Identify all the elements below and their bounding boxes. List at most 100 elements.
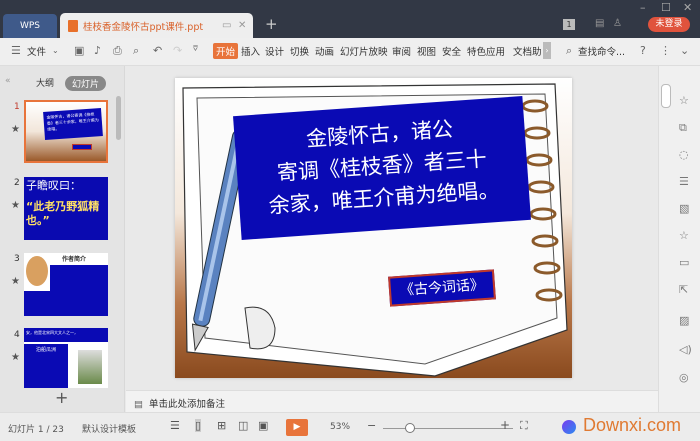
tab-slides[interactable]: 幻灯片 <box>65 76 107 91</box>
zoom-slider-handle[interactable] <box>405 423 415 433</box>
tab-view[interactable]: 视图 <box>417 44 436 58</box>
zoom-in-button[interactable]: + <box>500 418 510 432</box>
thumb-number: 2 <box>14 178 20 188</box>
file-menu[interactable]: 文件 <box>27 44 46 58</box>
slides-icon[interactable]: ⧉ <box>679 121 687 135</box>
command-search[interactable]: 查找命令... <box>578 44 625 58</box>
tab-review[interactable]: 审阅 <box>392 44 411 58</box>
window-count-badge[interactable]: 1 <box>563 19 575 30</box>
tab-outline[interactable]: 大纲 <box>36 76 54 89</box>
tab-design[interactable]: 设计 <box>265 44 284 58</box>
thumb-title: 作者简介 <box>62 256 87 263</box>
collapse-panel-icon[interactable]: « <box>5 76 11 86</box>
star-icon[interactable]: ☆ <box>679 94 689 107</box>
tab-security[interactable]: 安全 <box>442 44 461 58</box>
zoom-out-button[interactable]: − <box>367 419 376 432</box>
tab-start[interactable]: 开始 <box>213 43 239 59</box>
notes-toggle-icon[interactable]: ☰ <box>170 419 180 432</box>
thumb-line: 安，他是北宋四大文人之一， <box>24 328 108 342</box>
settings-icon[interactable]: ◎ <box>679 371 689 384</box>
more-icon[interactable]: ⋮ <box>660 44 671 57</box>
watermark: Downxi.com <box>583 415 682 435</box>
new-tab-button[interactable]: + <box>265 15 278 33</box>
favorite-icon[interactable]: ☆ <box>679 229 689 242</box>
thumb-label <box>72 144 92 150</box>
float-window-icon[interactable]: ▭ <box>222 20 231 31</box>
tab-animation[interactable]: 动画 <box>315 44 334 58</box>
collapse-ribbon-icon[interactable]: ⌄ <box>680 44 689 57</box>
chevron-down-icon[interactable]: ⌄ <box>52 46 59 55</box>
menu-icon[interactable]: ☰ <box>11 44 21 57</box>
template-icon[interactable]: ▧ <box>679 202 689 215</box>
sorter-view-icon[interactable]: ⊞ <box>217 419 226 432</box>
share-icon[interactable]: ⇱ <box>679 283 688 296</box>
slide-thumb-4[interactable]: 安，他是北宋四大文人之一， 泊船瓜洲 <box>24 328 108 388</box>
panel-scrollbar[interactable] <box>116 96 121 140</box>
doc-icon[interactable]: ▤ <box>595 18 604 29</box>
document-tab[interactable]: 桂枝香金陵怀古ppt课件.ppt ▭ ✕ <box>60 13 253 38</box>
thumb-text-block <box>24 291 108 316</box>
save-icon[interactable]: ▣ <box>74 44 84 57</box>
image-icon[interactable]: ▨ <box>679 314 689 327</box>
slide-thumb-1[interactable]: 金陵怀古，诸公寄调《桂枝香》者三十余家，唯王介甫为绝唱。 <box>24 100 108 163</box>
thumb-text-block: 泊船瓜洲 <box>24 344 68 388</box>
close-tab-icon[interactable]: ✕ <box>238 20 246 31</box>
thumb-number: 3 <box>14 254 20 264</box>
tab-insert[interactable]: 插入 <box>241 44 260 58</box>
tab-special[interactable]: 特色应用 <box>467 44 505 58</box>
slide-thumb-2[interactable]: 子瞻叹曰： “此老乃野狐精也。” <box>24 177 108 240</box>
assistant-orb-icon[interactable] <box>562 420 576 434</box>
notes-bar[interactable]: ▤ 单击此处添加备注 <box>126 390 658 412</box>
add-slide-button[interactable]: + <box>55 388 68 407</box>
title-text-box[interactable]: 金陵怀古，诸公 寄调《桂枝香》者三十 余家，唯王介甫为绝唱。 <box>233 96 531 240</box>
tab-doc-assistant[interactable]: 文档助 <box>513 44 542 58</box>
zoom-slider[interactable] <box>383 428 513 429</box>
shapes-icon[interactable]: ◌ <box>679 148 689 161</box>
play-slideshow-button[interactable]: ▶ <box>286 419 308 436</box>
redo-icon[interactable]: ↷ <box>173 44 182 57</box>
template-name[interactable]: 默认设计模板 <box>82 422 136 435</box>
notes-placeholder: 单击此处添加备注 <box>148 399 225 410</box>
fit-window-icon[interactable]: ⛶ <box>520 419 528 433</box>
notes-icon: ▤ <box>134 399 143 410</box>
slide-1[interactable]: 金陵怀古，诸公 寄调《桂枝香》者三十 余家，唯王介甫为绝唱。 《古今词话》 <box>175 78 572 378</box>
more-quick-icon[interactable]: ⩢ <box>193 44 198 54</box>
undo-icon[interactable]: ↶ <box>153 44 162 57</box>
skin-icon[interactable]: ♙ <box>613 18 622 29</box>
minimize-icon[interactable]: – <box>640 1 646 14</box>
search-icon[interactable]: ⌕ <box>566 44 572 58</box>
thumb-number: 1 <box>14 102 20 112</box>
slide-panel: « 大纲 幻灯片 1 ★ 金陵怀古，诸公寄调《桂枝香》者三十余家，唯王介甫为绝唱… <box>0 66 125 412</box>
print-preview-icon[interactable]: ⌕ <box>133 44 139 58</box>
print-icon[interactable]: ⎙ <box>113 44 122 58</box>
thumb-number: 4 <box>14 330 20 340</box>
tab-slideshow[interactable]: 幻灯片放映 <box>340 44 388 58</box>
thumb-text-block <box>50 265 108 291</box>
scroll-tabs-right[interactable]: › <box>543 42 551 59</box>
animation-star-icon: ★ <box>11 200 20 211</box>
tab-transition[interactable]: 切换 <box>290 44 309 58</box>
normal-view-icon[interactable]: ▯ <box>195 419 202 432</box>
close-window-icon[interactable]: ✕ <box>683 1 692 14</box>
portrait-image <box>26 256 48 286</box>
slide-thumb-3[interactable]: 作者简介 <box>24 253 108 316</box>
maximize-icon[interactable]: ☐ <box>661 1 671 14</box>
format-painter-icon[interactable]: ♪ <box>94 44 101 57</box>
zoom-level[interactable]: 53% <box>330 422 350 432</box>
landscape-image <box>78 350 102 384</box>
toolbar: ☰ 文件 ⌄ ▣ ♪ ⎙ ⌕ ↶ ↷ ⩢ 开始 插入 设计 切换 动画 幻灯片放… <box>0 38 700 66</box>
slide-canvas: 金陵怀古，诸公 寄调《桂枝香》者三十 余家，唯王介甫为绝唱。 《古今词话》 <box>126 66 658 390</box>
box-icon[interactable]: ▭ <box>679 256 689 269</box>
help-icon[interactable]: ? <box>640 44 646 57</box>
vertical-scrollbar[interactable] <box>661 84 671 108</box>
animation-star-icon: ★ <box>11 124 20 135</box>
reading-view-icon[interactable]: ◫ <box>238 419 248 432</box>
wps-home-tab[interactable]: WPS <box>3 14 57 38</box>
status-bar: 幻灯片 1 / 23 默认设计模板 ☰ ▯ ⊞ ◫ ▣ ▶ 53% − + ⛶ … <box>0 412 700 441</box>
thumb-line: 子瞻叹曰： <box>26 179 81 192</box>
audio-icon[interactable]: ◁) <box>679 343 692 356</box>
properties-icon[interactable]: ☰ <box>679 175 689 188</box>
login-button[interactable]: 未登录 <box>648 17 690 32</box>
presenter-icon[interactable]: ▣ <box>258 419 268 432</box>
title-bar: WPS 桂枝香金陵怀古ppt课件.ppt ▭ ✕ + – ☐ ✕ 1 ▤ ♙ 未… <box>0 0 700 38</box>
